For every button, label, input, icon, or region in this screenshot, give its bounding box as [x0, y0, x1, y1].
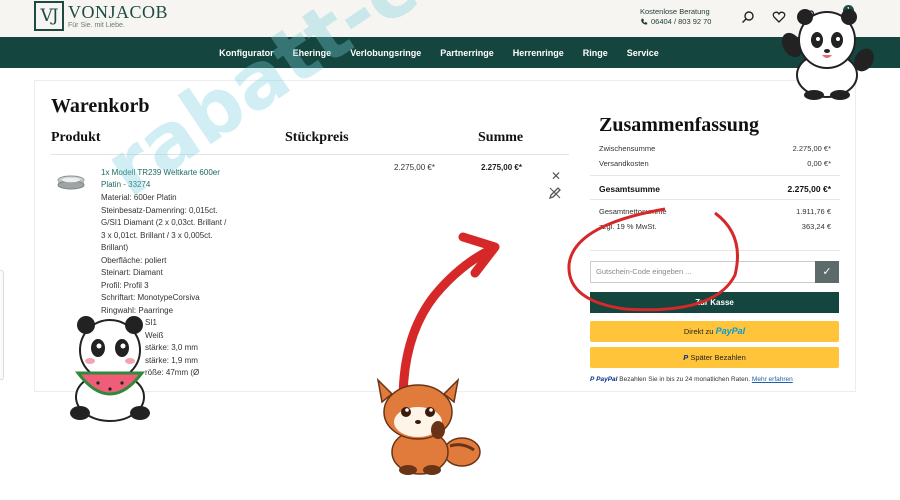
spec-line: Brillant)	[101, 243, 129, 252]
shipping-value: 0,00 €*	[807, 159, 831, 168]
summary-title: Zusammenfassung	[599, 114, 760, 136]
spec-line: G/SI1 Diamant (2 x 0,03ct. Brillant /	[101, 218, 227, 227]
unit-price: 2.275,00 €*	[394, 163, 435, 172]
paypal-logo: PayPal	[715, 326, 746, 336]
ring-thumbnail[interactable]	[56, 174, 86, 190]
contact-info: Kostenlose Beratung 06404 / 803 92 70	[640, 7, 711, 27]
subtotal-value: 2.275,00 €*	[792, 144, 831, 153]
column-header-product: Produkt	[51, 130, 101, 145]
paypal-prefix: Direkt zu	[683, 327, 714, 336]
edit-icon[interactable]	[548, 186, 562, 200]
brand-tagline: Für Sie. mit Liebe.	[68, 22, 125, 29]
nav-item-herrenringe[interactable]: Herrenringe	[513, 48, 564, 58]
nav-item-ringe[interactable]: Ringe	[583, 48, 608, 58]
page-title: Warenkorb	[51, 95, 150, 117]
pay-later-label: Später Bezahlen	[690, 353, 746, 362]
nav-item-partnerringe[interactable]: Partnerringe	[440, 48, 494, 58]
main-nav: Konfigurator Eheringe Verlobungsringe Pa…	[0, 37, 900, 68]
nav-item-verlobungsringe[interactable]: Verlobungsringe	[350, 48, 421, 58]
spec-line: Profil: Profil 3	[101, 280, 149, 290]
vat-value: 363,24 €	[801, 222, 831, 231]
logo-mark: VJ	[34, 1, 64, 31]
nav-item-konfigurator[interactable]: Konfigurator	[219, 48, 274, 58]
panda-watermelon-sticker	[70, 316, 150, 422]
phone-icon	[641, 18, 648, 25]
summary-shipping-row: Versandkosten 0,00 €*	[599, 159, 831, 168]
column-header-unit-price: Stückpreis	[285, 130, 349, 145]
red-circle-highlight	[567, 207, 739, 312]
search-icon[interactable]	[741, 10, 755, 24]
nav-item-eheringe[interactable]: Eheringe	[293, 48, 332, 58]
logo[interactable]: VJ VONJACOB Für Sie. mit Liebe.	[34, 1, 168, 31]
header-divider	[51, 154, 569, 155]
spec-line: Steinart: Diamant	[101, 268, 163, 277]
paypal-p-icon: P	[683, 353, 689, 362]
product-title-link[interactable]: 1x Modell TR239 Weltkarte 600er Platin -…	[101, 167, 241, 190]
panda-sticker	[781, 9, 874, 100]
checkmark-icon: ✓	[822, 266, 832, 278]
phone-link[interactable]: 06404 / 803 92 70	[640, 17, 711, 27]
brand-name: VONJACOB	[68, 2, 169, 22]
summary-subtotal-row: Zwischensumme 2.275,00 €*	[599, 144, 831, 153]
line-total: 2.275,00 €*	[481, 163, 522, 172]
spec-line: 3 x 0,01ct. Brillant / 3 x 0,005ct.	[101, 230, 213, 240]
remove-icon[interactable]: ✕	[551, 169, 561, 183]
spec-line: Material: 600er Platin	[101, 193, 177, 202]
total-value: 2.275,00 €*	[787, 184, 831, 194]
shipping-label: Versandkosten	[599, 159, 649, 168]
spec-line: Oberfläche: poliert	[101, 255, 167, 265]
red-panda-sticker	[376, 377, 481, 475]
total-label: Gesamtsumme	[599, 184, 660, 194]
subtotal-label: Zwischensumme	[599, 144, 656, 153]
column-header-sum: Summe	[478, 130, 524, 145]
learn-more-link[interactable]: Mehr erfahren	[752, 376, 793, 383]
spec-line: Schriftart: MonotypeCorsiva	[101, 293, 200, 302]
summary-total-row: Gesamtsumme 2.275,00 €*	[599, 184, 831, 194]
nav-item-service[interactable]: Service	[627, 48, 659, 58]
net-value: 1.911,76 €	[796, 207, 831, 216]
spec-line: Steinbesatz-Damenring: 0,015ct.	[101, 205, 218, 215]
coupon-submit-button[interactable]: ✓	[815, 261, 839, 283]
side-tab[interactable]	[0, 270, 4, 380]
summary-divider	[590, 175, 840, 176]
contact-label: Kostenlose Beratung	[640, 7, 710, 16]
summary-divider	[590, 199, 840, 200]
phone-number: 06404 / 803 92 70	[651, 17, 712, 26]
